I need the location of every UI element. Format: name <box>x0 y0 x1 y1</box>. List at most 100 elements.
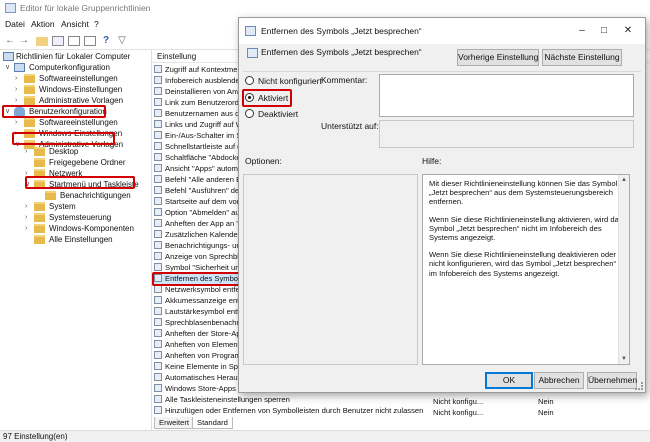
setting-row[interactable]: Anheften von Programm <box>154 350 240 361</box>
ok-button[interactable]: OK <box>485 372 533 389</box>
tab-erweitert[interactable]: Erweitert <box>154 417 194 429</box>
setting-row[interactable]: Anheften der App an "St <box>154 218 240 229</box>
setting-name: Schaltfläche "Abdocken <box>165 153 240 162</box>
setting-row[interactable]: Automatisches Heraufst <box>154 372 240 383</box>
setting-name: Ansicht "Apps" automat <box>165 164 240 173</box>
setting-row[interactable]: Sprechblasenbenachrich <box>154 317 240 328</box>
setting-row[interactable]: Anheften von Elementen <box>154 339 240 350</box>
setting-row[interactable]: Link zum Benutzerordne <box>154 97 240 108</box>
folder-up-icon[interactable] <box>36 37 48 46</box>
computer-policy-icon <box>3 52 14 61</box>
back-icon[interactable]: ← <box>4 35 16 47</box>
help-panel: Mit dieser Richtlinieneinstellung können… <box>422 174 630 365</box>
chevron-right-icon[interactable]: › <box>15 84 23 95</box>
setting-row[interactable]: Hinzufügen oder Entfernen von Symbolleis… <box>154 405 648 416</box>
help-icon[interactable]: ? <box>100 35 112 47</box>
highlight-admin-templates <box>12 132 115 145</box>
menu-help[interactable]: ? <box>94 19 99 29</box>
minimize-icon[interactable]: – <box>575 24 589 38</box>
menu-aktion[interactable]: Aktion <box>31 19 55 29</box>
setting-row[interactable]: Zugriff auf Kontextmenü <box>154 64 240 75</box>
chevron-right-icon[interactable]: › <box>25 201 33 212</box>
setting-row[interactable]: Zusätzlichen Kalender a <box>154 229 240 240</box>
dialog-heading: Entfernen des Symbols „Jetzt besprechen“ <box>261 47 422 57</box>
setting-row[interactable]: Schnellstartleiste auf de <box>154 141 240 152</box>
scroll-up-icon[interactable]: ▲ <box>619 175 629 185</box>
filter-icon[interactable]: ▽ <box>116 35 128 47</box>
policy-setting-icon <box>154 285 162 293</box>
maximize-icon[interactable]: □ <box>597 24 611 38</box>
setting-name: Befehl "Ausführen" dem <box>165 186 240 195</box>
chevron-right-icon[interactable]: › <box>25 146 33 157</box>
setting-row[interactable]: Befehl "Ausführen" dem <box>154 185 240 196</box>
policy-setting-icon <box>154 87 162 95</box>
radio-button[interactable] <box>245 76 254 85</box>
setting-name: Automatisches Heraufst <box>165 373 240 382</box>
chevron-right-icon[interactable]: › <box>15 73 23 84</box>
help-paragraph: Wenn Sie diese Richtlinieneinstellung de… <box>429 250 616 278</box>
setting-row[interactable]: Option "Abmelden" aus <box>154 207 240 218</box>
setting-row[interactable]: Benutzernamen aus dem <box>154 108 240 119</box>
list-icon[interactable] <box>68 36 80 46</box>
setting-row[interactable]: Windows Store-Apps au <box>154 383 240 394</box>
next-setting-button[interactable]: Nächste Einstellung <box>542 49 622 66</box>
export-list-icon[interactable] <box>84 36 96 46</box>
setting-row[interactable]: Ein-/Aus-Schalter im Sta <box>154 130 240 141</box>
close-icon[interactable]: ✕ <box>621 24 635 38</box>
setting-row[interactable]: Alle Taskleisteneinstellungen sperren <box>154 394 648 405</box>
setting-name: Anheften der Store-App <box>165 329 240 338</box>
chevron-down-icon[interactable]: ∨ <box>5 62 13 73</box>
resize-grip-icon[interactable] <box>635 382 643 390</box>
setting-row[interactable]: Befehl "Alle anderen Benu <box>154 174 240 185</box>
show-hide-tree-icon[interactable] <box>52 36 64 46</box>
setting-row[interactable]: Akkumessanzeige entfer <box>154 295 240 306</box>
setting-row[interactable]: Startseite auf dem vom E <box>154 196 240 207</box>
setting-name: Ein-/Aus-Schalter im Sta <box>165 131 240 140</box>
menu-ansicht[interactable]: Ansicht <box>61 19 89 29</box>
chevron-right-icon[interactable]: › <box>25 212 33 223</box>
setting-row[interactable]: Schaltfläche "Abdocken <box>154 152 240 163</box>
setting-row[interactable]: Anzeige von Sprechblas <box>154 251 240 262</box>
cancel-button[interactable]: Abbrechen <box>534 372 584 389</box>
comment-field[interactable] <box>379 74 634 117</box>
help-scrollbar[interactable]: ▲ ▼ <box>618 175 629 364</box>
folder-icon <box>24 85 35 94</box>
tab-standard[interactable]: Standard <box>192 417 233 429</box>
setting-row[interactable]: Ansicht "Apps" automat <box>154 163 240 174</box>
dialog-title: Entfernen des Symbols „Jetzt besprechen“ <box>261 26 422 36</box>
policy-setting-icon <box>154 307 162 315</box>
folder-icon <box>24 96 35 105</box>
setting-row[interactable]: Deinstallieren von Anwe <box>154 86 240 97</box>
chevron-right-icon[interactable]: › <box>25 223 33 234</box>
folder-icon <box>34 224 45 233</box>
policy-setting-icon <box>154 219 162 227</box>
policy-setting-icon <box>154 65 162 73</box>
setting-name: Akkumessanzeige entfer <box>165 296 240 305</box>
setting-row[interactable]: Keine Elemente in Sprun <box>154 361 240 372</box>
setting-row[interactable]: Infobereich ausblenden <box>154 75 240 86</box>
menu-datei[interactable]: Datei <box>5 19 25 29</box>
policy-setting-icon <box>154 329 162 337</box>
setting-name: Schnellstartleiste auf de <box>165 142 240 151</box>
supported-label: Unterstützt auf: <box>321 121 379 131</box>
setting-name: Alle Taskleisteneinstellungen sperren <box>165 395 290 404</box>
scroll-down-icon[interactable]: ▼ <box>619 354 629 364</box>
setting-name: Hinzufügen oder Entfernen von Symbolleis… <box>165 406 424 415</box>
setting-name: Lautstärkesymbol entfer <box>165 307 240 316</box>
setting-name: Zusätzlichen Kalender a <box>165 230 240 239</box>
setting-row[interactable]: Anheften der Store-App <box>154 328 240 339</box>
apply-button[interactable]: Übernehmen <box>587 372 637 389</box>
previous-setting-button[interactable]: Vorherige Einstellung <box>457 49 539 66</box>
column-header-setting[interactable]: Einstellung <box>157 52 196 61</box>
setting-row[interactable]: Lautstärkesymbol entfer <box>154 306 240 317</box>
setting-name: Befehl "Alle anderen Benu <box>165 175 240 184</box>
policy-setting-icon <box>154 395 162 403</box>
forward-icon[interactable]: → <box>18 35 30 47</box>
setting-name: Anzeige von Sprechblas <box>165 252 240 261</box>
setting-row[interactable]: Links und Zugriff auf W <box>154 119 240 130</box>
setting-row[interactable]: Benachrichtigungs- und <box>154 240 240 251</box>
chevron-right-icon[interactable]: › <box>15 117 23 128</box>
folder-icon <box>45 191 56 200</box>
policy-setting-icon <box>154 120 162 128</box>
radio-button[interactable] <box>245 109 254 118</box>
